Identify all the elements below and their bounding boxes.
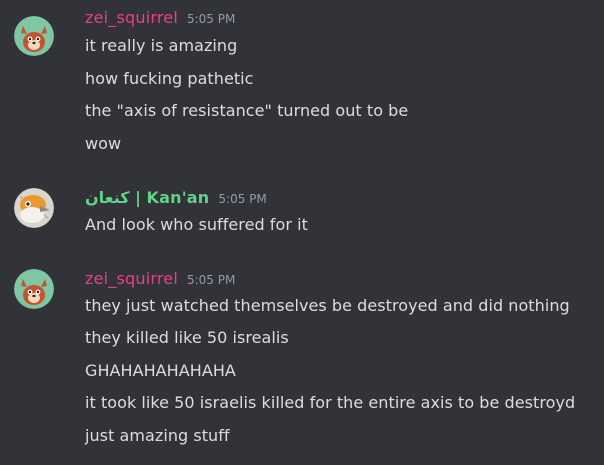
red-squirrel-avatar-icon[interactable] [14,16,54,56]
message-text: they just watched themselves be destroye… [85,296,570,315]
username[interactable]: zei_squirrel [85,8,178,27]
message-header: zei_squirrel 5:05 PM [85,269,235,288]
message-text: the "axis of resistance" turned out to b… [85,101,409,120]
message-text: how fucking pathetic [85,69,254,88]
timestamp: 5:05 PM [186,12,236,26]
chat-message-list: zei_squirrel 5:05 PM it really is amazin… [0,0,604,465]
message-text: GHAHAHAHAHAHA [85,361,236,380]
message-text: they killed like 50 isrealis [85,328,289,347]
red-squirrel-avatar-icon[interactable] [14,269,54,309]
message-text: And look who suffered for it [85,215,308,234]
message-text: just amazing stuff [85,426,230,445]
message-text: it really is amazing [85,36,238,55]
message-header: zei_squirrel 5:05 PM [85,8,235,27]
username[interactable]: كنعان | Kan'an [85,188,209,207]
message-text: it took like 50 israelis killed for the … [85,393,576,412]
orange-bird-avatar-icon[interactable] [14,188,54,228]
timestamp: 5:05 PM [218,192,267,206]
timestamp: 5:05 PM [186,273,236,287]
message-header: كنعان | Kan'an 5:05 PM [85,188,267,207]
message-text: wow [85,134,122,153]
username[interactable]: zei_squirrel [85,269,178,288]
